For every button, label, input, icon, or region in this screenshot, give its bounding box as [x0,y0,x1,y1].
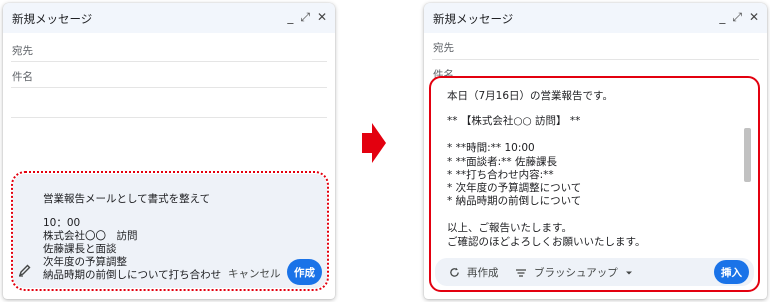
draft-line: ご確認のほどよろしくお願いいたします。 [447,236,646,248]
expand-icon[interactable]: ⤢ [732,9,742,25]
create-button[interactable]: 作成 [287,259,322,285]
draft-toolbar: 再作成 ブラッシュアップ 挿入 [435,258,754,286]
draft-line: * **時間:** 10:00 [447,142,535,154]
recreate-button[interactable]: 再作成 [449,265,499,280]
refresh-icon [450,267,459,277]
dropdown-caret-icon [625,271,632,274]
generated-draft-panel[interactable]: 本日（7月16日）の営業報告です。 ** 【株式会社○○ 訪問】 ** * **… [429,76,760,292]
brushup-dropdown[interactable]: ブラッシュアップ [515,265,633,280]
brushup-label: ブラッシュアップ [534,267,618,279]
draft-line: ** 【株式会社○○ 訪問】 ** [447,115,581,127]
insert-button[interactable]: 挿入 [714,260,749,284]
to-field[interactable]: 宛先 [433,40,454,55]
minimize-icon[interactable]: _ [287,9,293,25]
arrow-right-icon [362,123,386,163]
draft-line: 本日（7月16日）の営業報告です。 [447,90,613,102]
divider [11,61,327,62]
draft-line: * 納品時期の前倒しについて [447,195,582,207]
filter-lines-icon [516,268,526,277]
prompt-line[interactable]: 営業報告メールとして書式を整えて [43,191,210,206]
recreate-label: 再作成 [467,267,499,279]
to-field[interactable]: 宛先 [12,43,33,58]
close-icon[interactable]: ✕ [317,9,327,25]
compose-titlebar: 新規メッセージ _ ⤢ ✕ [3,3,335,33]
pen-icon [18,264,31,277]
divider [11,117,327,118]
close-icon[interactable]: ✕ [749,9,759,25]
minimize-icon[interactable]: _ [719,9,725,25]
window-title: 新規メッセージ [12,12,93,26]
draft-line: 以上、ご報告いたします。 [447,222,572,234]
divider [432,59,759,60]
prompt-line[interactable]: 納品時期の前倒しについて打ち合わせ [43,267,221,282]
compose-titlebar: 新規メッセージ _ ⤢ ✕ [424,3,767,33]
subject-field[interactable]: 件名 [12,69,33,84]
divider [11,87,327,88]
cancel-button[interactable]: キャンセル [228,266,281,281]
scrollbar-thumb[interactable] [744,128,751,182]
expand-icon[interactable]: ⤢ [300,9,310,25]
window-title: 新規メッセージ [433,12,514,26]
